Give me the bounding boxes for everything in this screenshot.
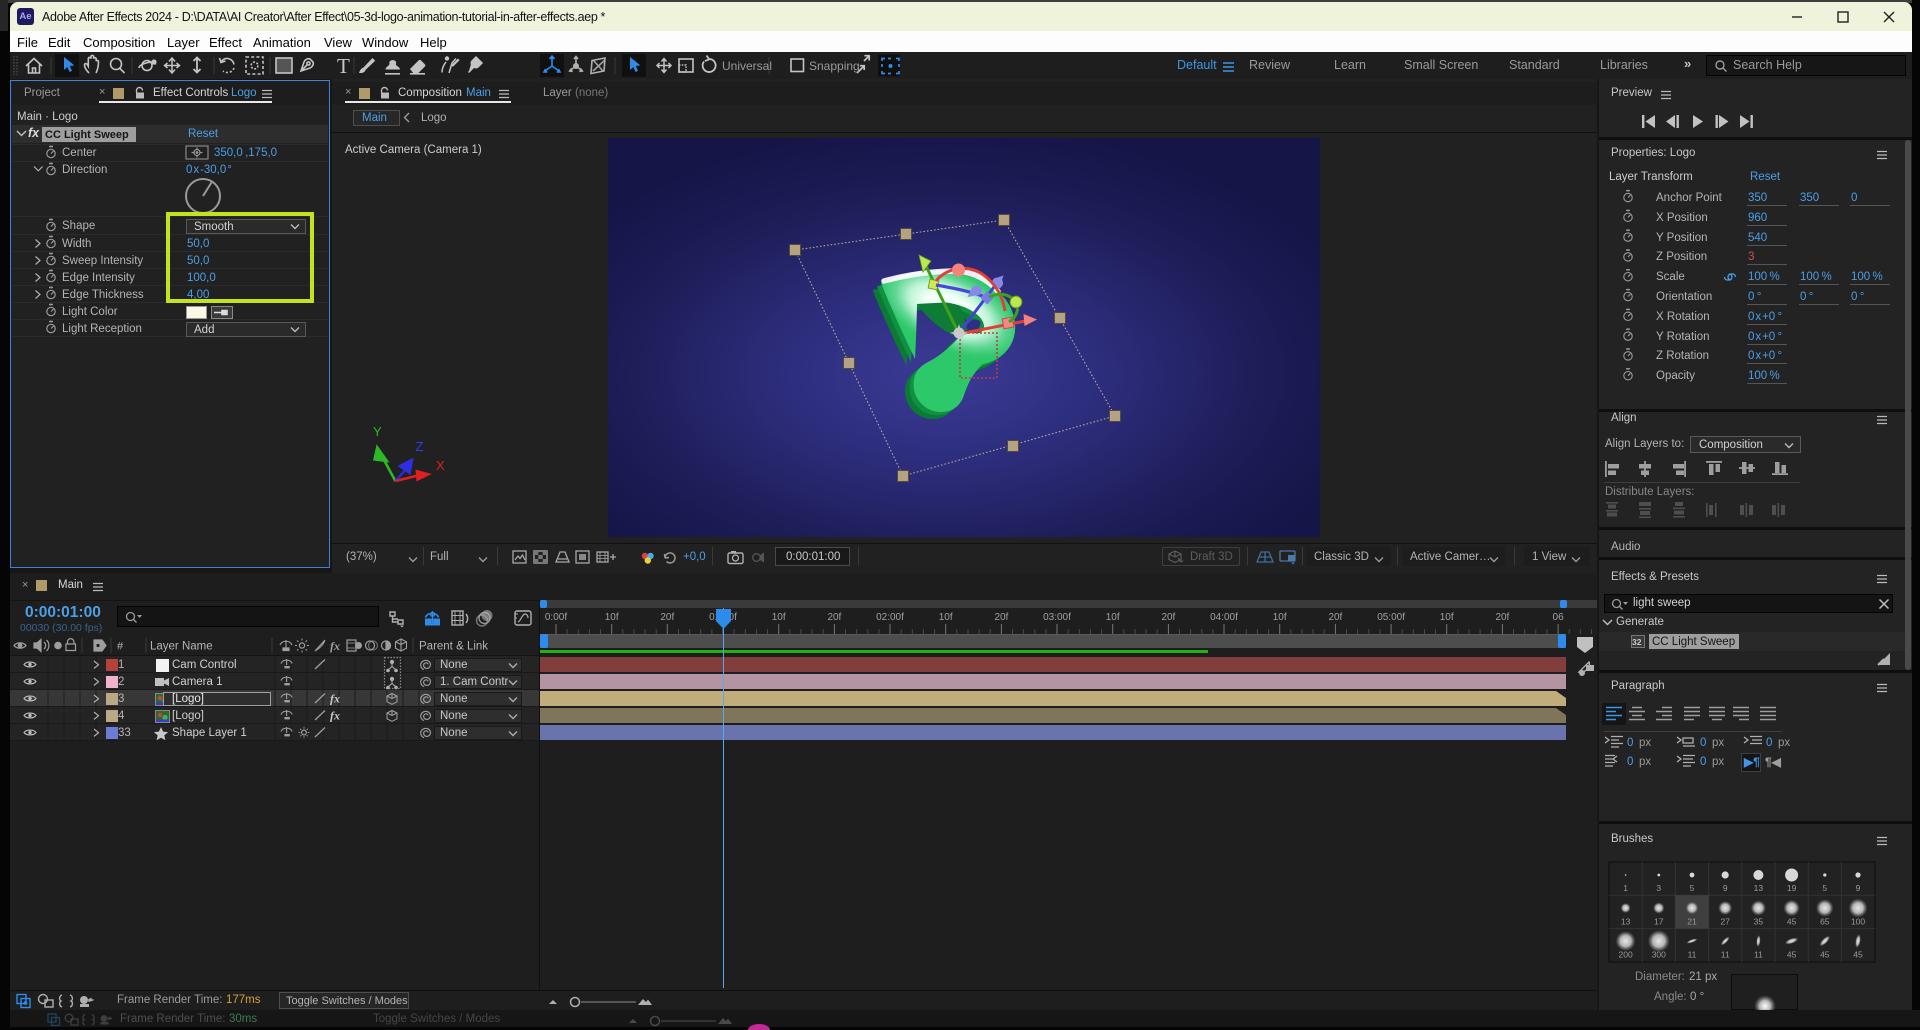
svg-text:20f: 20f	[1161, 612, 1175, 623]
svg-text:20f: 20f	[660, 612, 674, 623]
svg-text:10f: 10f	[605, 612, 619, 623]
svg-text:fx: fx	[330, 709, 340, 723]
svg-text:100: 100	[1851, 917, 1865, 927]
svg-text:#: #	[117, 641, 124, 653]
svg-text:300: 300	[1652, 950, 1666, 960]
svg-text:10f: 10f	[1273, 612, 1287, 623]
svg-text:9: 9	[1856, 883, 1861, 893]
svg-text:20f: 20f	[994, 612, 1008, 623]
svg-text:04:00f: 04:00f	[1210, 612, 1238, 623]
svg-text:20f: 20f	[827, 612, 841, 623]
svg-text:fx: fx	[330, 692, 340, 706]
svg-text:35: 35	[1754, 917, 1764, 927]
svg-text:45: 45	[1820, 950, 1830, 960]
svg-text:10f: 10f	[772, 612, 786, 623]
svg-text:13: 13	[1754, 883, 1764, 893]
svg-text:05:00f: 05:00f	[1377, 612, 1405, 623]
svg-text:Layer Name: Layer Name	[150, 641, 213, 653]
svg-text:65: 65	[1820, 917, 1830, 927]
svg-text:21: 21	[1687, 917, 1697, 927]
svg-text:06: 06	[1553, 612, 1565, 623]
svg-text:45: 45	[1787, 917, 1797, 927]
svg-text:11: 11	[1754, 950, 1763, 960]
svg-text:fx: fx	[330, 639, 340, 653]
svg-text:03:00f: 03:00f	[1043, 612, 1071, 623]
svg-text:10f: 10f	[1440, 612, 1454, 623]
svg-text:1: 1	[1623, 883, 1628, 893]
svg-text:11: 11	[1721, 950, 1730, 960]
svg-text:02:00f: 02:00f	[876, 612, 904, 623]
svg-text:0:00f: 0:00f	[545, 612, 567, 623]
svg-text:Z: Z	[416, 439, 424, 454]
svg-text:17: 17	[1654, 917, 1664, 927]
svg-text:27: 27	[1720, 917, 1730, 927]
svg-text:45: 45	[1853, 950, 1863, 960]
svg-text:5: 5	[1822, 883, 1827, 893]
svg-text:Parent & Link: Parent & Link	[419, 641, 488, 653]
svg-text:200: 200	[1619, 950, 1633, 960]
svg-text:13: 13	[1621, 917, 1631, 927]
svg-text:3: 3	[1656, 883, 1661, 893]
svg-text:11: 11	[1688, 950, 1697, 960]
svg-text:10f: 10f	[939, 612, 953, 623]
svg-text:45: 45	[1787, 950, 1797, 960]
svg-text:19: 19	[1787, 883, 1797, 893]
svg-text:Y: Y	[373, 424, 382, 439]
svg-text:20f: 20f	[1495, 612, 1509, 623]
svg-text:X: X	[436, 458, 445, 473]
svg-text:5: 5	[1690, 883, 1695, 893]
svg-text:10f: 10f	[1106, 612, 1120, 623]
svg-text:20f: 20f	[1328, 612, 1342, 623]
svg-text:9: 9	[1723, 883, 1728, 893]
